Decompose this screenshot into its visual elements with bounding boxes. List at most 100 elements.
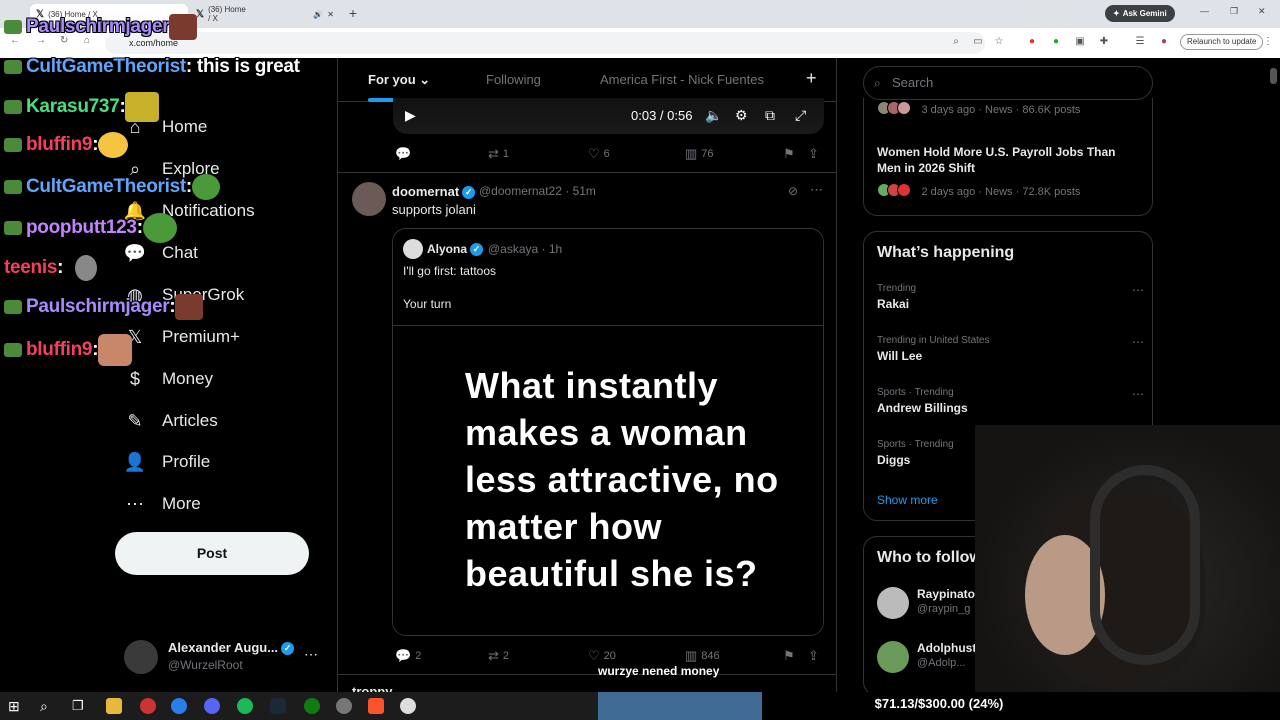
share-button[interactable]: ⇪ xyxy=(808,146,819,162)
views-button[interactable]: ▥ 76 xyxy=(685,146,714,162)
app-icon[interactable] xyxy=(140,698,156,714)
grok-icon[interactable]: ⊘ xyxy=(788,184,798,198)
quote-time: 1h xyxy=(548,242,563,256)
discord-icon[interactable] xyxy=(204,698,220,714)
avatar[interactable] xyxy=(352,182,386,216)
extension-grammar-icon[interactable]: ● xyxy=(1050,36,1062,48)
browser-tab-2[interactable]: 𝕏 (36) Home / X 🔊 ✕ xyxy=(190,4,340,24)
nav-item-chat[interactable]: 💬 Chat xyxy=(124,242,198,264)
extension-adblock-icon[interactable]: ● xyxy=(1026,36,1038,48)
account-switcher[interactable]: Alexander Augu... ✓ @WurzelRoot ⋯ xyxy=(124,638,324,678)
more-icon[interactable]: ⋯ xyxy=(1132,335,1144,349)
tweet-author-handle[interactable]: @doomernat22 xyxy=(479,184,562,198)
reply-button[interactable]: 💬 xyxy=(395,146,415,162)
scrollbar[interactable] xyxy=(1270,68,1277,84)
trend-item[interactable]: Trending Rakai ⋯ xyxy=(877,283,1147,311)
app-icon[interactable] xyxy=(400,698,416,714)
divider xyxy=(338,674,836,675)
quote-image[interactable]: What instantly makes a woman less attrac… xyxy=(393,325,823,635)
window-close-icon[interactable]: ✕ xyxy=(1258,6,1266,17)
brave-icon[interactable] xyxy=(368,698,384,714)
file-explorer-icon[interactable] xyxy=(106,698,122,714)
add-tab-icon[interactable]: + xyxy=(806,68,817,89)
trend-item[interactable]: Sports · Trending Andrew Billings ⋯ xyxy=(877,387,1147,415)
chat-message: CultGameTheorist: this is great xyxy=(4,56,300,78)
heart-icon: ♡ xyxy=(588,146,600,161)
verified-icon: ✓ xyxy=(462,186,476,200)
chat-message: bluffin9: xyxy=(4,132,129,158)
bookmark-button[interactable]: ⚑ xyxy=(783,146,795,162)
more-icon[interactable]: ⋯ xyxy=(1132,387,1144,401)
bookmark-icon: ⚑ xyxy=(783,146,795,161)
chrome-icon[interactable] xyxy=(171,698,187,714)
pip-icon[interactable]: ⧉ xyxy=(765,107,775,124)
task-view-icon[interactable]: ❐ xyxy=(72,698,88,714)
news-item[interactable]: 3 days ago · News · 86.6K posts xyxy=(877,100,1080,118)
reply-button[interactable]: 💬 2 xyxy=(395,648,421,664)
section-title: What’s happening xyxy=(877,244,1015,261)
address-bar[interactable]: x.com/home xyxy=(105,32,985,54)
steam-icon[interactable] xyxy=(270,698,286,714)
quoted-tweet[interactable]: Alyona ✓ @askaya · 1h I'll go first: tatt… xyxy=(392,228,824,636)
tab-list[interactable]: America First - Nick Fuentes xyxy=(600,72,764,87)
like-button[interactable]: ♡ 20 xyxy=(588,648,616,664)
show-more-link[interactable]: Show more xyxy=(877,493,938,507)
profile-avatar-icon[interactable]: ● xyxy=(1158,36,1170,48)
post-button[interactable]: Post xyxy=(115,532,309,575)
chat-message: poopbutt123: xyxy=(4,213,177,243)
repost-button[interactable]: ⇄ 2 xyxy=(488,648,509,664)
tab-following[interactable]: Following xyxy=(486,72,541,87)
extensions-puzzle-icon[interactable]: ✚ xyxy=(1098,36,1110,48)
quote-text: I'll go first: tattoos xyxy=(403,264,496,278)
reading-list-icon[interactable]: ☰ xyxy=(1134,36,1146,48)
webcam-overlay xyxy=(975,425,1280,692)
search-icon[interactable]: ⌕ xyxy=(40,698,56,714)
trend-item[interactable]: Trending in United States Will Lee ⋯ xyxy=(877,335,1147,363)
more-icon[interactable]: ⋯ xyxy=(304,646,318,663)
tweet-time[interactable]: 51m xyxy=(573,184,596,198)
settings-gear-icon[interactable]: ⚙ xyxy=(735,107,748,124)
relaunch-button[interactable]: Relaunch to update xyxy=(1180,34,1264,50)
volume-icon[interactable]: 🔈 xyxy=(705,107,722,124)
bookmark-star-icon[interactable]: ☆ xyxy=(993,36,1005,48)
windows-start-icon[interactable]: ⊞ xyxy=(8,698,24,714)
nav-item-articles[interactable]: ✎ Articles xyxy=(124,410,217,432)
share-button[interactable]: ⇪ xyxy=(808,648,819,664)
chat-badge-icon xyxy=(4,180,22,194)
nav-item-premium[interactable]: 𝕏 Premium+ xyxy=(124,326,240,348)
like-button[interactable]: ♡ 6 xyxy=(588,146,610,162)
ask-gemini-button[interactable]: ✦ Ask Gemini xyxy=(1105,5,1175,22)
tweet-author-name[interactable]: troppy xyxy=(352,684,392,692)
bookmark-button[interactable]: ⚑ xyxy=(783,648,795,664)
more-icon[interactable]: ⋯ xyxy=(810,182,823,198)
browser-menu-icon[interactable]: ⋮ xyxy=(1262,36,1274,48)
views-button[interactable]: ▥ 846 xyxy=(685,648,720,664)
cast-icon[interactable]: ▭ xyxy=(972,36,984,48)
close-icon[interactable]: ✕ xyxy=(327,10,334,19)
chat-badge-icon xyxy=(4,221,22,235)
avatar xyxy=(877,587,909,619)
minimize-icon[interactable]: — xyxy=(1200,6,1209,16)
news-panel: 3 days ago · News · 86.6K posts Women Ho… xyxy=(863,98,1153,216)
new-tab-button[interactable]: + xyxy=(345,5,361,21)
repost-button[interactable]: ⇄ 1 xyxy=(488,146,509,162)
xbox-icon[interactable] xyxy=(304,698,320,714)
fullscreen-icon[interactable]: ⤢ xyxy=(795,107,806,124)
tab-for-you[interactable]: For you ⌄ xyxy=(368,72,430,88)
nav-item-money[interactable]: $ Money xyxy=(124,368,213,390)
app-icon[interactable] xyxy=(336,698,352,714)
dollar-icon: $ xyxy=(129,368,140,389)
play-icon[interactable]: ▶ xyxy=(405,107,416,124)
extension-icon[interactable]: ▣ xyxy=(1074,36,1086,48)
more-icon[interactable]: ⋯ xyxy=(1132,283,1144,297)
nav-item-profile[interactable]: 👤 Profile xyxy=(124,451,210,473)
nav-item-more[interactable]: ⋯ More xyxy=(124,493,201,515)
search-input[interactable]: ⌕ Search xyxy=(863,66,1153,100)
zoom-icon[interactable]: ⌕ xyxy=(950,36,962,48)
spotify-icon[interactable] xyxy=(237,698,253,714)
maximize-icon[interactable]: ❐ xyxy=(1230,6,1238,17)
tweet-author-name[interactable]: doomernat xyxy=(392,184,459,199)
speaker-icon[interactable]: 🔊 xyxy=(313,10,323,19)
stream-caption: wurzye nened money xyxy=(598,664,720,678)
news-item[interactable]: Women Hold More U.S. Payroll Jobs Than M… xyxy=(877,144,1142,200)
